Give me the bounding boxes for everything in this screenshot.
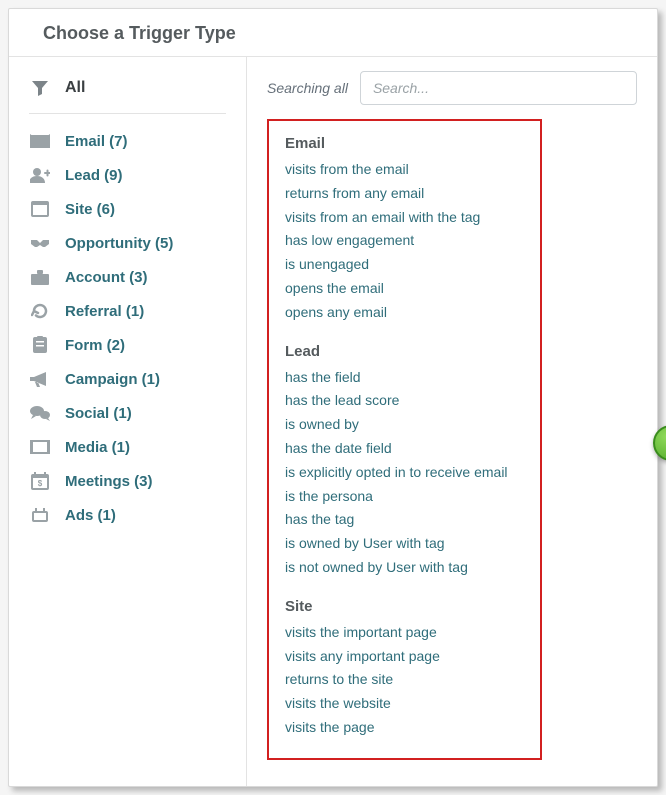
trigger-group: Email visits from the emailreturns from a…	[285, 135, 524, 325]
funnel-icon	[29, 79, 51, 97]
sidebar-item-referral[interactable]: Referral (1)	[9, 294, 246, 328]
sidebar-item-label: Account (3)	[65, 269, 148, 286]
media-icon	[29, 438, 51, 456]
trigger-group: Site visits the important pagevisits any …	[285, 598, 524, 740]
trigger-item[interactable]: returns from any email	[285, 182, 524, 206]
sidebar-item-envelope[interactable]: Email (7)	[9, 124, 246, 158]
trigger-item[interactable]: opens the email	[285, 277, 524, 301]
trigger-item[interactable]: visits the page	[285, 716, 524, 740]
campaign-icon	[29, 370, 51, 388]
referral-icon	[29, 302, 51, 320]
group-title: Lead	[285, 343, 524, 360]
sidebar-item-label: All	[65, 79, 85, 97]
trigger-item[interactable]: returns to the site	[285, 668, 524, 692]
social-icon	[29, 404, 51, 422]
dialog-title: Choose a Trigger Type	[43, 23, 635, 44]
sidebar-item-campaign[interactable]: Campaign (1)	[9, 362, 246, 396]
form-icon	[29, 336, 51, 354]
trigger-item[interactable]: has the lead score	[285, 389, 524, 413]
sidebar-item-label: Referral (1)	[65, 303, 144, 320]
group-title: Site	[285, 598, 524, 615]
lead-icon	[29, 166, 51, 184]
trigger-item[interactable]: is not owned by User with tag	[285, 556, 524, 580]
sidebar-item-label: Site (6)	[65, 201, 115, 218]
opp-icon	[29, 234, 51, 252]
search-input[interactable]	[360, 71, 637, 105]
trigger-list-frame: Email visits from the emailreturns from a…	[267, 119, 542, 760]
category-sidebar: All Email (7) Lead (9) Site (6) Opportunity…	[9, 57, 247, 786]
sidebar-item-form[interactable]: Form (2)	[9, 328, 246, 362]
trigger-item[interactable]: has the field	[285, 366, 524, 390]
trigger-item[interactable]: visits the website	[285, 692, 524, 716]
trigger-item[interactable]: is unengaged	[285, 253, 524, 277]
sidebar-item-media[interactable]: Media (1)	[9, 430, 246, 464]
search-scope-label: Searching all	[267, 80, 348, 96]
trigger-item[interactable]: visits from an email with the tag	[285, 206, 524, 230]
sidebar-item-account[interactable]: Account (3)	[9, 260, 246, 294]
sidebar-item-label: Media (1)	[65, 439, 130, 456]
trigger-item[interactable]: opens any email	[285, 301, 524, 325]
account-icon	[29, 268, 51, 286]
sidebar-item-label: Social (1)	[65, 405, 132, 422]
trigger-item[interactable]: has the date field	[285, 437, 524, 461]
sidebar-item-label: Email (7)	[65, 133, 128, 150]
search-row: Searching all	[267, 71, 637, 105]
sidebar-item-label: Form (2)	[65, 337, 125, 354]
sidebar-item-meetings[interactable]: $ Meetings (3)	[9, 464, 246, 498]
sidebar-item-label: Ads (1)	[65, 507, 116, 524]
trigger-item[interactable]: visits any important page	[285, 645, 524, 669]
trigger-item[interactable]: is owned by	[285, 413, 524, 437]
sidebar-item-label: Opportunity (5)	[65, 235, 173, 252]
trigger-dialog: Choose a Trigger Type All Email (7) Lead …	[8, 8, 658, 787]
sidebar-item-label: Campaign (1)	[65, 371, 160, 388]
sidebar-item-site[interactable]: Site (6)	[9, 192, 246, 226]
envelope-icon	[29, 132, 51, 150]
svg-text:$: $	[38, 479, 43, 488]
sidebar-item-lead[interactable]: Lead (9)	[9, 158, 246, 192]
trigger-item[interactable]: has low engagement	[285, 229, 524, 253]
ads-icon	[29, 506, 51, 524]
sidebar-item-label: Meetings (3)	[65, 473, 153, 490]
sidebar-item-social[interactable]: Social (1)	[9, 396, 246, 430]
sidebar-item-opp[interactable]: Opportunity (5)	[9, 226, 246, 260]
trigger-group: Leadhas the fieldhas the lead scoreis ow…	[285, 343, 524, 580]
trigger-item[interactable]: is owned by User with tag	[285, 532, 524, 556]
trigger-item[interactable]: is explicitly opted in to receive email	[285, 461, 524, 485]
group-title: Email	[285, 135, 524, 152]
sidebar-item-ads[interactable]: Ads (1)	[9, 498, 246, 532]
trigger-content: Searching all Email visits from the email…	[247, 57, 657, 786]
trigger-item[interactable]: visits from the email	[285, 158, 524, 182]
trigger-item[interactable]: visits the important page	[285, 621, 524, 645]
trigger-item[interactable]: has the tag	[285, 508, 524, 532]
site-icon	[29, 200, 51, 218]
sidebar-item-all[interactable]: All	[9, 71, 246, 105]
meetings-icon: $	[29, 472, 51, 490]
sidebar-item-label: Lead (9)	[65, 167, 123, 184]
trigger-item[interactable]: is the persona	[285, 485, 524, 509]
sidebar-separator	[29, 113, 226, 114]
titlebar: Choose a Trigger Type	[9, 9, 657, 57]
